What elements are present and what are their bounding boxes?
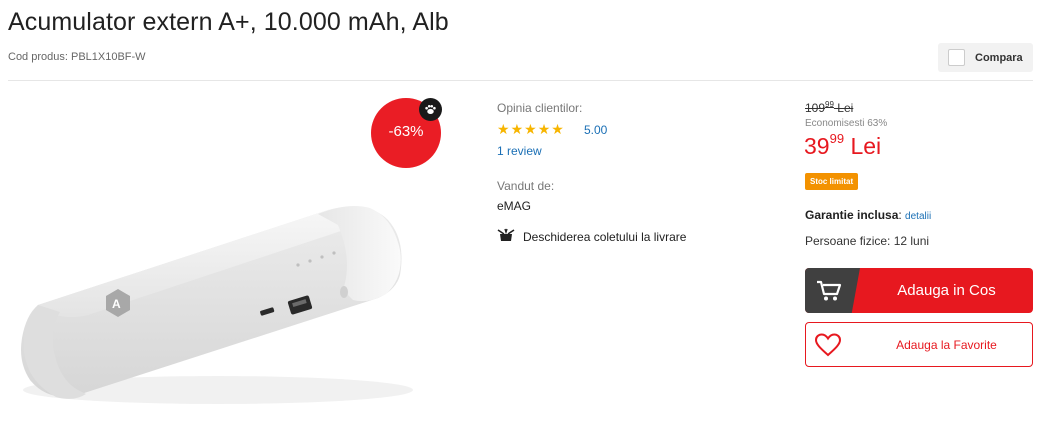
compare-button[interactable]: Compara: [938, 43, 1033, 72]
warranty-line: Garantie inclusa: detalii: [805, 208, 932, 222]
star-icon: ★: [537, 121, 551, 137]
reviews-label: Opinia clientilor:: [497, 101, 583, 115]
star-icon: ★: [497, 121, 510, 137]
delivery-note: Deschiderea coletului la livrare: [497, 228, 686, 245]
compare-label: Compara: [975, 51, 1023, 64]
package-open-icon: [497, 228, 515, 245]
checkbox-icon[interactable]: [948, 49, 965, 66]
delivery-note-text: Deschiderea coletului la livrare: [523, 229, 687, 244]
star-icon: ★: [524, 121, 537, 137]
add-to-favorites-label: Adauga la Favorite: [896, 337, 997, 352]
rating-value[interactable]: 5.00: [584, 123, 607, 137]
header-divider: [8, 80, 1033, 81]
svg-text:A: A: [112, 297, 121, 311]
star-icon: ★: [551, 121, 564, 137]
paw-icon: [419, 98, 442, 121]
warranty-details-link[interactable]: detalii: [905, 211, 931, 222]
star-rating[interactable]: ★ ★ ★ ★ ★: [497, 122, 564, 136]
current-price: 3999 Lei: [804, 131, 882, 159]
discount-text: -63%: [388, 122, 424, 140]
product-title: Acumulator extern A+, 10.000 mAh, Alb: [8, 8, 449, 36]
add-to-cart-button[interactable]: Adauga in Cos: [805, 268, 1033, 313]
warranty-persons: Persoane fizice: 12 luni: [805, 234, 930, 248]
seller-label: Vandut de:: [497, 179, 555, 193]
seller-name: eMAG: [497, 199, 532, 213]
cart-icon: [805, 268, 860, 313]
add-to-cart-label: Adauga in Cos: [897, 282, 996, 299]
review-link[interactable]: 1 review: [497, 144, 542, 158]
heart-icon: [814, 333, 842, 362]
saving-text: Economisesti 63%: [805, 118, 888, 129]
product-code: Cod produs: PBL1X10BF-W: [8, 51, 146, 63]
add-to-favorites-button[interactable]: Adauga la Favorite: [805, 322, 1033, 367]
stock-badge: Stoc limitat: [805, 173, 859, 190]
star-icon: ★: [510, 121, 524, 137]
old-price: 10999 Lei: [805, 100, 854, 115]
